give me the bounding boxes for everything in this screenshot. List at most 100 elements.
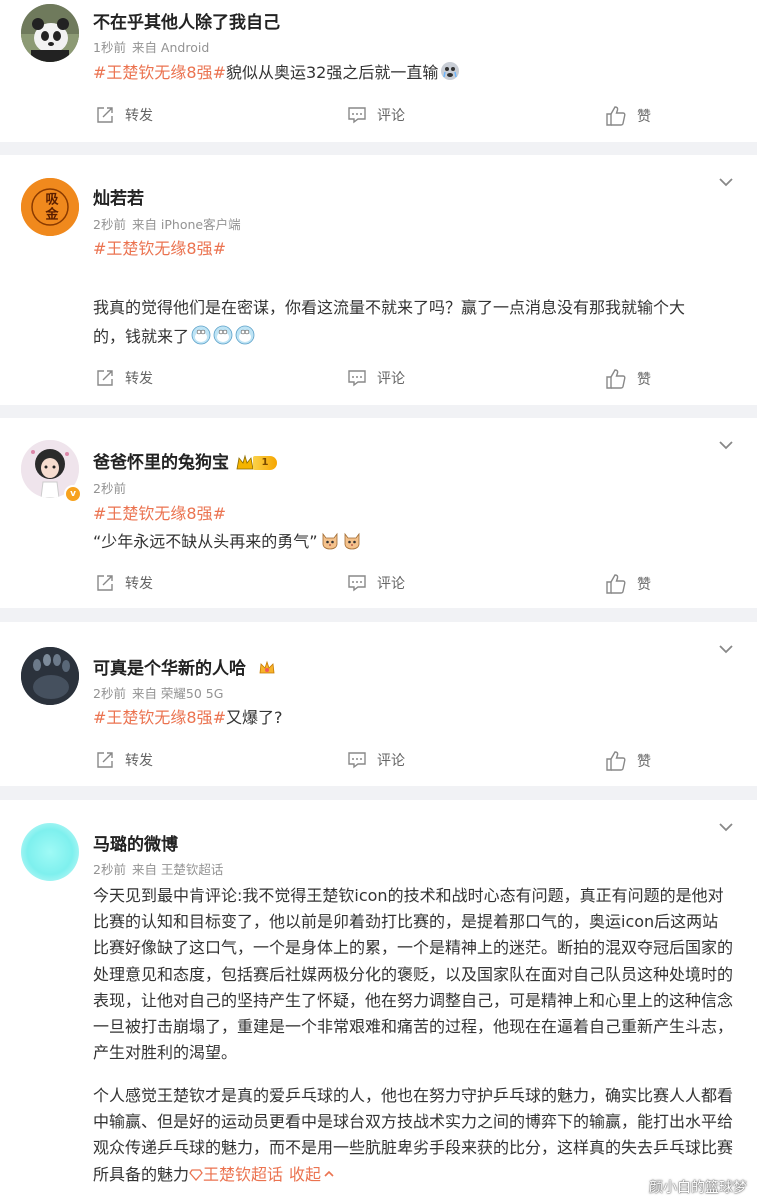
repost-button[interactable]: 转发 (95, 105, 153, 125)
post-card: 马璐的微博 2秒前 来自 王楚钦超话 今天见到最中肯评论:我不觉得王楚钦icon的… (0, 800, 757, 1203)
crying-emoji-icon (441, 62, 460, 80)
watermark: 颜小白的篮球梦 (649, 1180, 747, 1196)
post-paragraph: 今天见到最中肯评论:我不觉得王楚钦icon的技术和战时心态有问题，真正有问题的是… (93, 886, 734, 1063)
like-button[interactable]: 赞 (605, 105, 651, 127)
post-meta: 2秒前 来自 iPhone客户端 (93, 217, 247, 233)
repost-button[interactable]: 转发 (95, 750, 153, 770)
doraemon-emoji-icon (213, 325, 233, 345)
supertopic-label[interactable]: 王楚钦超话 (203, 1165, 283, 1184)
avatar[interactable] (21, 647, 79, 705)
username[interactable]: 爸爸怀里的兔狗宝 (93, 452, 229, 474)
comment-icon (348, 107, 366, 124)
like-button[interactable]: 赞 (605, 368, 651, 390)
supertopic-diamond-icon (189, 1168, 203, 1181)
post-time[interactable]: 1秒前 (93, 40, 126, 55)
chevron-down-icon[interactable] (717, 818, 735, 836)
repost-button[interactable]: 转发 (95, 368, 153, 388)
like-label: 赞 (637, 577, 651, 593)
like-label: 赞 (637, 754, 651, 770)
post-time[interactable]: 2秒前 (93, 862, 126, 877)
supertopic-link[interactable]: 王楚钦超话 (189, 1165, 283, 1184)
chevron-up-icon (324, 1170, 334, 1177)
topic-link[interactable]: #王楚钦无缘8强# (93, 234, 226, 264)
comment-label: 评论 (377, 576, 405, 592)
action-bar: 转发 评论 赞 (0, 368, 757, 392)
comment-button[interactable]: 评论 (347, 573, 405, 593)
repost-button[interactable]: 转发 (95, 573, 153, 593)
chevron-down-icon[interactable] (717, 640, 735, 658)
post-card: v 爸爸怀里的兔狗宝 1 2秒前 #王楚钦无缘8强# “少年永远不缺从头再来的勇… (0, 418, 757, 608)
collapse-label[interactable]: 收起 (289, 1165, 321, 1184)
post-body: 貌似从奥运32强之后就一直输 (226, 63, 439, 82)
username-text[interactable]: 可真是个华新的人哈 (93, 659, 246, 679)
repost-label: 转发 (125, 108, 153, 124)
crown-icon (236, 454, 254, 470)
doraemon-emoji-icon (191, 325, 211, 345)
username[interactable]: 不在乎其他人除了我自己 (93, 12, 280, 34)
avatar[interactable] (21, 4, 79, 62)
post-time[interactable]: 2秒前 (93, 481, 126, 496)
level-number: 1 (253, 456, 277, 470)
panda-avatar-icon (21, 4, 79, 62)
post-meta: 2秒前 (93, 481, 132, 497)
share-icon (97, 370, 113, 386)
cat-emoji-icon (322, 532, 337, 550)
topic-link[interactable]: #王楚钦无缘8强# (93, 499, 226, 529)
like-button[interactable]: 赞 (605, 573, 651, 595)
post-paragraph: 个人感觉王楚钦才是真的爱乒乓球的人，他也在努力守护乒乓球的魅力，确实比赛人人都看… (93, 1083, 733, 1188)
thumbs-up-icon (606, 106, 626, 126)
post-body-line: 的，钱就来了 (93, 322, 255, 352)
repost-label: 转发 (125, 371, 153, 387)
post-time[interactable]: 2秒前 (93, 217, 126, 232)
chevron-down-icon[interactable] (717, 173, 735, 191)
post-meta: 1秒前 来自 Android (93, 40, 215, 56)
comment-button[interactable]: 评论 (347, 105, 405, 125)
post-body-line: 我真的觉得他们是在密谋，你看这流量不就来了吗？赢了一点消息没有那我就输个大 (93, 298, 686, 317)
comment-button[interactable]: 评论 (347, 368, 405, 388)
post-meta: 2秒前 来自 荣耀50 5G (93, 686, 229, 702)
post-source: 来自 Android (131, 40, 210, 55)
dark-hand-avatar-icon (21, 647, 79, 705)
comment-label: 评论 (377, 371, 405, 387)
thumbs-up-icon (606, 574, 626, 594)
thumbs-up-icon (606, 369, 626, 389)
avatar[interactable]: 吸金 (21, 178, 79, 236)
action-bar: 转发 评论 赞 (0, 573, 757, 597)
share-icon (97, 752, 113, 768)
post-source: 来自 荣耀50 5G (131, 686, 224, 701)
comment-label: 评论 (377, 108, 405, 124)
like-button[interactable]: 赞 (605, 750, 651, 772)
level-badge: 1 (235, 454, 277, 472)
post-meta: 2秒前 来自 王楚钦超话 (93, 862, 229, 878)
chevron-down-icon[interactable] (717, 436, 735, 454)
username[interactable]: 马璐的微博 (93, 834, 178, 856)
username[interactable]: 灿若若 (93, 188, 144, 210)
like-label: 赞 (637, 109, 651, 125)
post-body: “少年永远不缺从头再来的勇气” (93, 532, 318, 551)
comment-label: 评论 (377, 753, 405, 769)
comment-icon (348, 575, 366, 592)
topic-link[interactable]: #王楚钦无缘8强# (93, 63, 226, 82)
post-card: 吸金 灿若若 2秒前 来自 iPhone客户端 #王楚钦无缘8强# 我真的觉得他们… (0, 155, 757, 405)
post-card: 可真是个华新的人哈 2秒前 来自 荣耀50 5G #王楚钦无缘8强#又爆了? 转发… (0, 622, 757, 786)
share-icon (97, 107, 113, 123)
cat-emoji-icon (344, 532, 359, 550)
post-body-tail: 的，钱就来了 (93, 327, 190, 346)
vip-crown-icon (259, 660, 275, 674)
comment-button[interactable]: 评论 (347, 750, 405, 770)
post-body-line: “少年永远不缺从头再来的勇气” (93, 527, 362, 557)
post-source: 来自 王楚钦超话 (131, 862, 224, 877)
username[interactable]: 可真是个华新的人哈 (93, 658, 276, 680)
collapse-button[interactable]: 收起 (289, 1165, 335, 1184)
post-time[interactable]: 2秒前 (93, 686, 126, 701)
repost-label: 转发 (125, 576, 153, 592)
post-text: #王楚钦无缘8强#又爆了? (93, 703, 283, 733)
thumbs-up-icon (606, 751, 626, 771)
post-source: 来自 iPhone客户端 (131, 217, 241, 232)
comment-icon (348, 370, 366, 387)
avatar[interactable] (21, 823, 79, 881)
post-body: 又爆了? (226, 708, 283, 727)
comment-icon (348, 752, 366, 769)
topic-link[interactable]: #王楚钦无缘8强# (93, 708, 226, 727)
like-label: 赞 (637, 372, 651, 388)
